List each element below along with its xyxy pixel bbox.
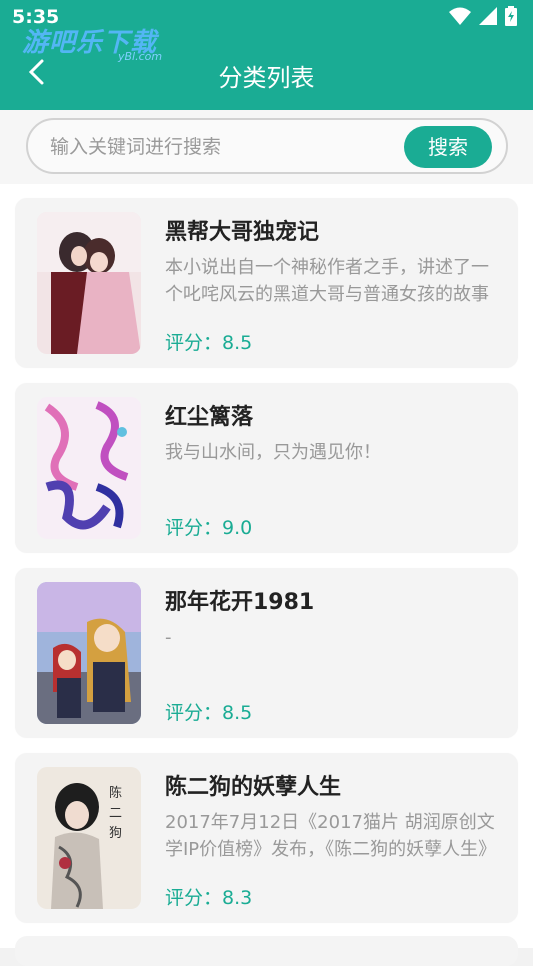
book-list-item[interactable]: 黑帮大哥独宠记 本小说出自一个神秘作者之手，讲述了一个叱咤风云的黑道大哥与普通女… — [15, 198, 518, 368]
book-description: 2017年7月12日《2017猫片 胡润原创文学IP价值榜》发布，《陈二狗的妖孽… — [165, 812, 495, 860]
book-title: 黑帮大哥独宠记 — [165, 220, 320, 245]
book-list-item[interactable]: 那年花开1981 - 评分：8.5 — [15, 568, 518, 738]
book-description: - — [165, 627, 172, 648]
book-description: 本小说出自一个神秘作者之手，讲述了一个叱咤风云的黑道大哥与普通女孩的故事 — [165, 257, 489, 305]
book-list-item[interactable]: 红尘篱落 我与山水间，只为遇见你！ 评分：9.0 — [15, 383, 518, 553]
book-list-item-partial[interactable] — [15, 936, 518, 966]
book-score: 评分：9.0 — [165, 517, 253, 539]
page-title: 分类列表 — [218, 64, 315, 92]
app-header: 5:35 游吧乐下载 yBl.com 分类列表 — [0, 0, 533, 110]
search-box: 搜索 — [26, 118, 508, 174]
status-icons — [449, 6, 517, 26]
wifi-icon — [449, 7, 471, 25]
book-cover-image — [37, 397, 141, 539]
book-description: 我与山水间，只为遇见你！ — [165, 442, 381, 463]
book-score: 评分：8.5 — [165, 332, 253, 354]
book-score: 评分：8.3 — [165, 887, 253, 909]
book-title: 陈二狗的妖孽人生 — [165, 775, 342, 800]
book-cover-image — [37, 212, 141, 354]
svg-text:陈: 陈 — [109, 785, 122, 801]
signal-icon — [479, 7, 497, 25]
search-button[interactable]: 搜索 — [404, 126, 492, 168]
svg-text:狗: 狗 — [109, 826, 122, 841]
book-cover-image: 陈 二 狗 — [37, 767, 141, 909]
battery-icon — [505, 6, 517, 26]
search-input[interactable] — [48, 120, 402, 174]
book-title: 那年花开1981 — [165, 590, 315, 615]
book-cover-image — [37, 582, 141, 724]
book-list-item[interactable]: 陈 二 狗 陈二狗的妖孽人生 2017年7月12日《2017猫片 胡润原创文学I… — [15, 753, 518, 923]
book-score: 评分：8.5 — [165, 702, 253, 724]
search-bar-area: 搜索 — [0, 110, 533, 184]
book-title: 红尘篱落 — [165, 405, 254, 430]
svg-text:二: 二 — [109, 806, 122, 821]
